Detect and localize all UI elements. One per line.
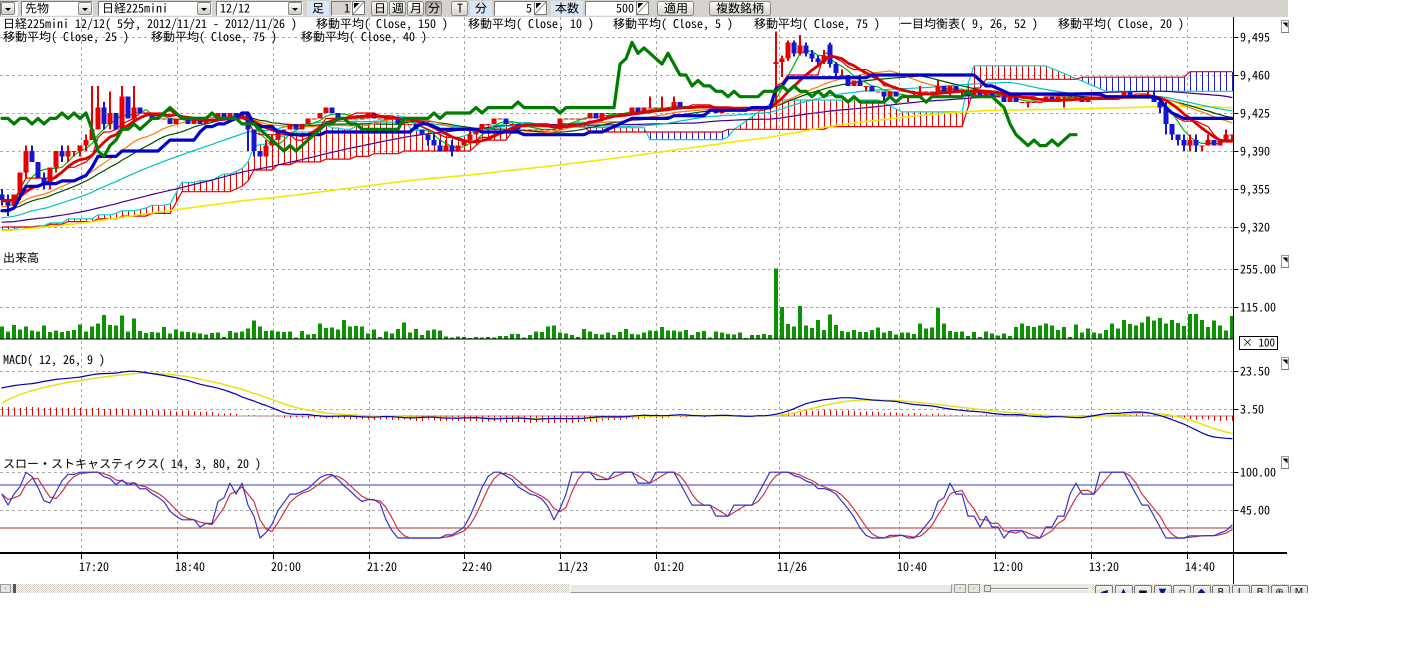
bottom-tool-button[interactable]: ⊕ — [1271, 585, 1289, 593]
slider-groove — [988, 588, 1088, 590]
apply-button[interactable] — [657, 1, 694, 16]
period-minute-button[interactable] — [425, 1, 442, 16]
bottom-tool-button[interactable]: ◄ — [1095, 585, 1113, 593]
bar-count-value — [616, 2, 634, 15]
volume-bars — [0, 269, 1234, 339]
bottom-tool-button[interactable]: ▼ — [1154, 585, 1172, 593]
period-month-button[interactable] — [407, 1, 424, 16]
period-week-button[interactable] — [389, 1, 406, 16]
contract-month-combo[interactable] — [216, 1, 303, 16]
scroll-step-left-button[interactable]: · — [954, 584, 966, 593]
zoom-slider[interactable] — [982, 584, 1092, 593]
minute-value — [526, 2, 532, 15]
chevron-down-icon — [78, 2, 92, 15]
period-tick-button[interactable] — [451, 1, 468, 16]
chevron-down-icon — [288, 2, 302, 15]
bar-count-field[interactable] — [585, 1, 636, 16]
scroll-mark — [13, 584, 16, 593]
overlay-chikou — [2, 42, 1076, 156]
panel-collapse-button[interactable] — [1282, 457, 1290, 469]
chart-canvas[interactable] — [0, 0, 1410, 662]
panel-select-combo[interactable] — [0, 1, 18, 16]
slider-handle[interactable] — [984, 585, 991, 592]
scrollbar-thumb[interactable] — [570, 584, 952, 593]
scroll-step-right-button[interactable]: · — [968, 584, 980, 593]
instrument-type-combo[interactable] — [21, 1, 93, 16]
macd-signal-line — [2, 373, 1232, 433]
axes — [0, 17, 1287, 584]
bottom-tool-button[interactable]: L — [1232, 585, 1250, 593]
instrument-type-value — [22, 2, 78, 15]
bottom-toolbar: ◄▲▬▼▫◆RLB⊕M — [1095, 585, 1310, 593]
symbol-value — [99, 2, 197, 15]
macd-line — [2, 371, 1232, 438]
bottom-tool-button[interactable]: ▫ — [1173, 585, 1191, 593]
bar-count-spinner[interactable] — [636, 1, 649, 15]
bottom-tool-button[interactable]: ▲ — [1115, 585, 1133, 593]
bottom-tool-button[interactable]: R — [1212, 585, 1230, 593]
chart-application: · · · ◄▲▬▼▫◆RLB⊕M — [0, 0, 1410, 662]
macd-panel — [2, 371, 1233, 438]
bottom-tool-button[interactable]: B — [1251, 585, 1269, 593]
minute-value-field[interactable] — [494, 1, 534, 16]
bottom-tool-button[interactable]: ▬ — [1134, 585, 1152, 593]
chevron-down-icon — [1, 2, 15, 15]
panel-collapse-button[interactable] — [1282, 358, 1290, 370]
scroll-left-button[interactable]: · — [0, 584, 11, 593]
bottom-tool-button[interactable]: M — [1290, 585, 1308, 593]
panel-collapse-button[interactable] — [1282, 256, 1290, 268]
period-day-button[interactable] — [371, 1, 388, 16]
overlay-ma75 — [2, 91, 1232, 222]
chevron-down-icon — [197, 2, 211, 15]
minute-spinner[interactable] — [534, 1, 547, 15]
bottom-tool-button[interactable]: ◆ — [1193, 585, 1211, 593]
bar-interval-spinner[interactable] — [352, 1, 365, 15]
minute-label — [470, 1, 492, 16]
bar-count-label — [551, 1, 583, 16]
bar-interval-value — [344, 2, 350, 15]
toolbar — [0, 0, 1288, 17]
bar-type-label — [307, 1, 329, 16]
bar-interval-field[interactable] — [331, 1, 352, 16]
multi-symbol-button[interactable] — [709, 1, 771, 16]
panel-collapse-button[interactable] — [1282, 21, 1290, 33]
contract-month-value — [217, 2, 288, 15]
overlay-ma40 — [2, 82, 1232, 218]
price-panel — [0, 32, 1235, 231]
symbol-combo[interactable] — [98, 1, 212, 16]
